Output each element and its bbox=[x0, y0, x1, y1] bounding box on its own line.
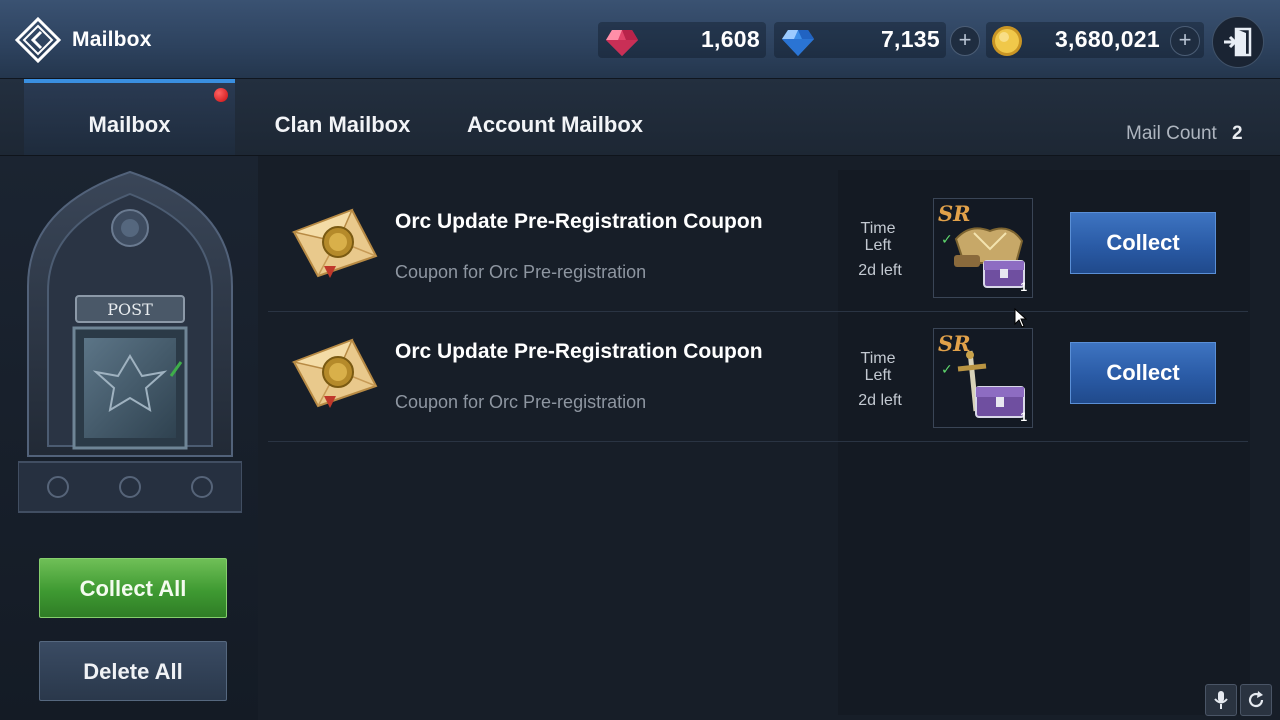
exit-door-icon bbox=[1224, 27, 1252, 57]
window-title: Mailbox bbox=[72, 28, 152, 51]
gold-coin-icon bbox=[992, 26, 1022, 56]
mail-row[interactable]: Orc Update Pre-Registration Coupon Coupo… bbox=[268, 312, 1248, 440]
back-icon[interactable] bbox=[14, 16, 62, 64]
row-divider bbox=[268, 441, 1248, 442]
add-diamond-button[interactable]: + bbox=[950, 26, 980, 56]
tab-mailbox[interactable]: Mailbox bbox=[24, 79, 235, 155]
collect-button[interactable]: Collect bbox=[1070, 212, 1216, 274]
exit-button[interactable] bbox=[1212, 16, 1264, 68]
collect-button[interactable]: Collect bbox=[1070, 342, 1216, 404]
reward-quantity: 1 bbox=[1020, 280, 1027, 294]
armor-chest-icon bbox=[954, 227, 1025, 288]
gold-amount: 3,680,021 bbox=[1054, 26, 1160, 52]
post-sign-text: POST bbox=[107, 300, 153, 319]
mail-row[interactable]: Orc Update Pre-Registration Coupon Coupo… bbox=[268, 182, 1248, 310]
blue-diamond-icon bbox=[782, 30, 814, 56]
refresh-button[interactable] bbox=[1240, 684, 1272, 716]
refresh-icon bbox=[1248, 691, 1264, 708]
check-icon: ✓ bbox=[941, 231, 953, 247]
time-left-value: 2d left bbox=[858, 262, 902, 279]
tab-account-mailbox[interactable]: Account Mailbox bbox=[450, 79, 660, 155]
add-gold-button[interactable]: + bbox=[1170, 26, 1200, 56]
mail-title: Orc Update Pre-Registration Coupon bbox=[395, 340, 763, 363]
delete-all-button[interactable]: Delete All bbox=[39, 641, 227, 701]
check-icon: ✓ bbox=[941, 361, 953, 377]
ruby-amount: 1,608 bbox=[700, 26, 760, 52]
microphone-icon bbox=[1214, 691, 1228, 709]
top-bar: Mailbox 1,608 7,135 + 3,680,021 + bbox=[0, 0, 1280, 79]
collect-all-button[interactable]: Collect All bbox=[39, 558, 227, 618]
time-left-label: Time Left bbox=[860, 350, 896, 384]
diamond-amount: 7,135 bbox=[880, 26, 940, 52]
envelope-icon bbox=[291, 208, 378, 278]
tab-clan-mailbox[interactable]: Clan Mailbox bbox=[255, 79, 430, 155]
tab-bar: Mailbox Clan Mailbox Account Mailbox bbox=[0, 79, 1280, 156]
sword-chest-icon bbox=[957, 350, 1025, 418]
microphone-button[interactable] bbox=[1205, 684, 1237, 716]
mail-count-label: Mail Count bbox=[1126, 123, 1217, 144]
time-left-label: Time Left bbox=[860, 220, 896, 254]
time-left-value: 2d left bbox=[858, 392, 902, 409]
notification-dot bbox=[214, 88, 228, 102]
mail-description: Coupon for Orc Pre-registration bbox=[395, 262, 647, 282]
ruby-gem-icon bbox=[606, 30, 638, 56]
mail-title: Orc Update Pre-Registration Coupon bbox=[395, 210, 763, 233]
post-mailbox-illustration: POST bbox=[18, 170, 242, 513]
mail-count-value: 2 bbox=[1232, 123, 1243, 144]
reward-slot[interactable]: SR ✓ 1 bbox=[933, 198, 1033, 298]
mouse-cursor-icon bbox=[1014, 308, 1028, 328]
tab-mailbox-label: Mailbox bbox=[88, 112, 171, 137]
reward-grade-badge: SR bbox=[938, 201, 971, 226]
reward-slot[interactable]: SR ✓ 1 bbox=[933, 328, 1033, 428]
reward-quantity: 1 bbox=[1020, 410, 1027, 424]
mail-description: Coupon for Orc Pre-registration bbox=[395, 392, 647, 412]
reward-grade-badge: SR bbox=[938, 331, 971, 356]
envelope-icon bbox=[291, 338, 378, 408]
